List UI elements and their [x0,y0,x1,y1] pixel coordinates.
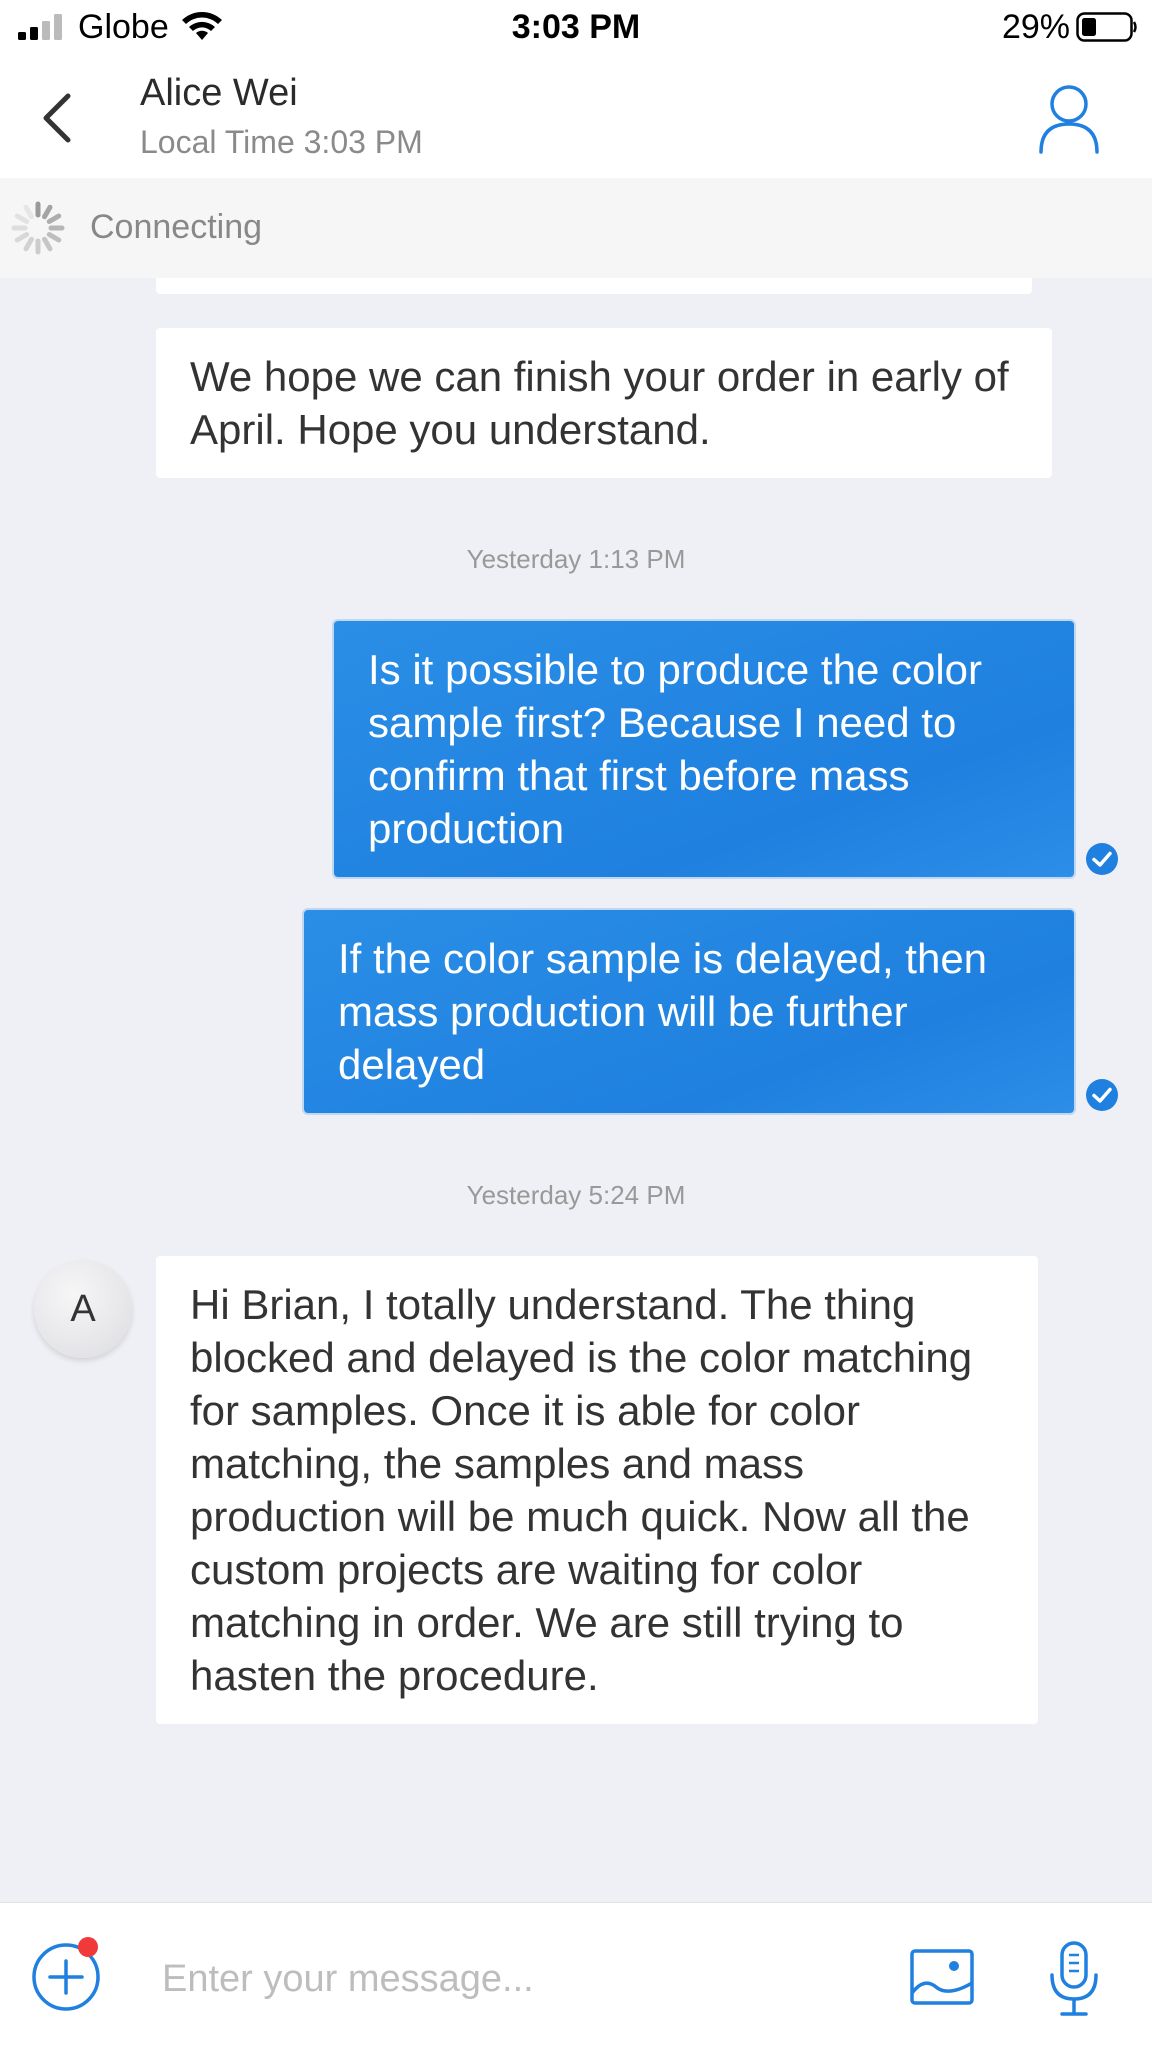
message-outgoing[interactable]: If the color sample is delayed, then mas… [304,910,1074,1113]
contact-avatar[interactable]: A [34,1260,132,1358]
message-text: Hi Brian, I totally understand. The thin… [190,1281,973,1699]
battery-percent: 29% [1001,8,1070,46]
message-incoming[interactable]: Hi Brian, I totally understand. The thin… [156,1256,1038,1724]
connection-status-text: Connecting [90,208,263,246]
connection-status-bar: Connecting [0,178,1152,278]
message-timestamp: Yesterday 1:13 PM [466,544,686,574]
loading-spinner-icon [11,201,65,255]
back-button[interactable] [30,88,90,148]
notification-dot [78,1937,98,1957]
message-composer [0,1902,1152,2049]
clock: 3:03 PM [511,8,641,46]
contact-local-time: Local Time 3:03 PM [140,124,423,160]
user-profile-icon[interactable] [1036,82,1102,154]
contact-name: Alice Wei [140,72,298,114]
read-receipt-check-icon [1086,843,1118,875]
message-outgoing[interactable]: Is it possible to produce the color samp… [334,621,1074,877]
message-text: Is it possible to produce the color samp… [368,646,983,852]
message-list[interactable]: We hope we can finish your order in earl… [0,278,1152,1902]
image-picker-icon[interactable] [910,1949,974,2005]
read-receipt-check-icon [1086,1079,1118,1111]
battery-icon [1076,12,1137,42]
message-bubble-partial [156,278,1032,294]
microphone-icon[interactable] [1048,1941,1100,2017]
message-text: We hope we can finish your order in earl… [190,353,1009,453]
message-text: If the color sample is delayed, then mas… [338,935,988,1088]
chat-header: Alice Wei Local Time 3:03 PM [0,60,1152,178]
status-bar: Globe 3:03 PM 29% [0,0,1152,60]
message-input[interactable] [160,1943,864,2015]
message-timestamp: Yesterday 5:24 PM [466,1180,686,1210]
message-incoming[interactable]: We hope we can finish your order in earl… [156,328,1052,478]
